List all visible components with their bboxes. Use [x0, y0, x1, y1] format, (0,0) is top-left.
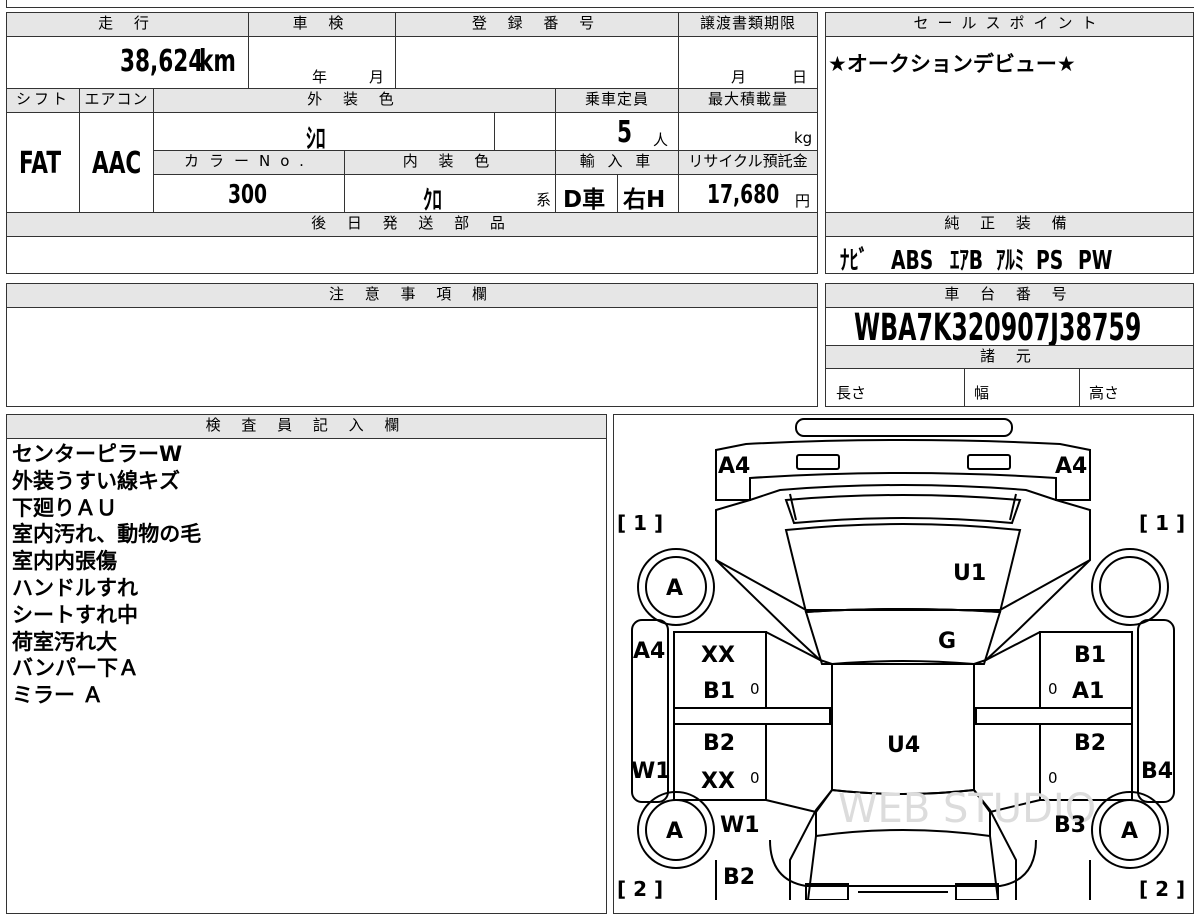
- header-specs: 諸 元: [826, 346, 1193, 368]
- bracket-label: [ 1 ]: [1139, 511, 1185, 535]
- damage-mark: U1: [953, 561, 986, 586]
- shift-value: FAT: [19, 146, 62, 181]
- damage-mark: B3: [1054, 813, 1086, 838]
- recycle-unit: 円: [795, 192, 811, 210]
- header-genuine-equipment: 純 正 装 備: [826, 213, 1193, 236]
- mileage-unit: km: [199, 44, 236, 79]
- spec-width-label: 幅: [974, 384, 990, 402]
- zero-mark: 0: [1048, 680, 1058, 698]
- note-line: センターピラーW: [12, 442, 183, 466]
- header-import: 輸 入 車: [556, 151, 678, 174]
- zero-mark: 0: [1048, 769, 1058, 787]
- damage-mark: B4: [1141, 759, 1173, 784]
- zero-mark: 0: [750, 680, 760, 698]
- deadline-month-unit: 月: [731, 68, 747, 86]
- wheel-mark: A: [666, 819, 683, 844]
- spec-height-label: 高さ: [1089, 384, 1120, 402]
- note-line: シートすれ中: [12, 602, 138, 627]
- header-transfer-deadline: 譲渡書類期限: [679, 13, 817, 36]
- header-recycle: リサイクル預託金: [679, 151, 817, 174]
- note-line: ハンドルすれ: [12, 575, 138, 600]
- header-max-load: 最大積載量: [679, 89, 817, 112]
- bracket-label: [ 2 ]: [1139, 877, 1185, 900]
- damage-mark: W1: [720, 813, 760, 838]
- damage-mark: B2: [723, 865, 755, 890]
- header-cautions: 注 意 事 項 欄: [7, 284, 817, 307]
- header-exterior-color: 外 装 色: [154, 89, 555, 112]
- equipment-airbag: ｴｱB: [950, 246, 984, 276]
- genuine-equipment-list: ﾅﾋﾞ ABS ｴｱB ｱﾙﾐ PS PW: [840, 240, 1190, 276]
- equipment-pw: PW: [1077, 246, 1113, 276]
- max-load-unit: kg: [794, 129, 813, 147]
- equipment-abs: ABS: [891, 246, 934, 276]
- zero-mark: 0: [750, 769, 760, 787]
- note-line: 室内内張傷: [12, 549, 117, 574]
- wheel-mark: A: [666, 576, 683, 601]
- capacity-value: 5: [617, 115, 633, 150]
- capacity-unit: 人: [653, 131, 669, 149]
- import-type-value: D車: [563, 187, 606, 213]
- damage-mark: A4: [1055, 454, 1087, 479]
- inspection-month-unit: 月: [369, 68, 385, 86]
- car-outline-diagram: 0 0 0 0 WEB STUDIO A4 A4 U1 G U4 A4 XX B…: [617, 418, 1185, 900]
- sales-point-value: ★オークションデビュー★: [828, 52, 1076, 76]
- chassis-number-value: WBA7K320907J38759: [854, 306, 1142, 349]
- damage-mark: A1: [1072, 679, 1104, 704]
- inspection-year-unit: 年: [312, 68, 328, 86]
- equipment-alloy: ｱﾙﾐ: [996, 246, 1025, 276]
- note-line: 荷室汚れ大: [12, 629, 117, 654]
- damage-mark: W1: [631, 759, 671, 784]
- header-capacity: 乗車定員: [556, 89, 678, 112]
- damage-mark: B1: [1074, 643, 1106, 668]
- damage-mark: A4: [633, 639, 665, 664]
- header-chassis-number: 車 台 番 号: [826, 284, 1193, 307]
- damage-mark: B2: [703, 731, 735, 756]
- header-interior-color: 内 装 色: [345, 151, 555, 174]
- deadline-day-unit: 日: [792, 68, 808, 86]
- header-color-no: カラーNo.: [154, 151, 344, 174]
- header-inspection: 車 検: [249, 13, 395, 36]
- mileage-value: 38,624: [120, 44, 204, 79]
- note-line: バンパー下Ａ: [12, 656, 140, 681]
- equipment-ps: PS: [1035, 246, 1063, 276]
- header-shift: シフト: [7, 89, 79, 112]
- header-sales-point: セールスポイント: [826, 13, 1193, 36]
- note-line: ミラー Ａ: [12, 683, 104, 708]
- equipment-nav: ﾅﾋﾞ: [840, 246, 869, 276]
- damage-mark: XX: [701, 643, 735, 668]
- damage-mark: XX: [701, 769, 735, 794]
- header-inspector-notes: 検 査 員 記 入 欄: [7, 415, 606, 438]
- aircon-value: AAC: [92, 146, 142, 181]
- spec-length-label: 長さ: [836, 384, 867, 402]
- header-registration: 登 録 番 号: [396, 13, 678, 36]
- note-line: 外装うすい線キズ: [12, 468, 180, 493]
- header-mileage: 走 行: [7, 13, 248, 36]
- inspector-notes-list: センターピラーW 外装うすい線キズ 下廻りＡＵ 室内汚れ、動物の毛 室内内張傷 …: [12, 441, 602, 709]
- damage-mark: B2: [1074, 731, 1106, 756]
- wheel-mark: A: [1121, 819, 1138, 844]
- steering-value: 右H: [623, 187, 666, 213]
- bracket-label: [ 2 ]: [617, 877, 663, 900]
- note-line: 下廻りＡＵ: [12, 495, 117, 520]
- damage-mark: B1: [703, 679, 735, 704]
- interior-suffix: 系: [536, 191, 552, 209]
- damage-mark: U4: [887, 733, 920, 758]
- note-line: 室内汚れ、動物の毛: [12, 522, 202, 547]
- damage-mark: A4: [718, 454, 750, 479]
- damage-diagram-panel: 0 0 0 0 WEB STUDIO A4 A4 U1 G U4 A4 XX B…: [613, 414, 1194, 914]
- bracket-label: [ 1 ]: [617, 511, 663, 535]
- header-aircon: エアコン: [80, 89, 153, 112]
- color-no-value: 300: [228, 180, 268, 210]
- recycle-fee-value: 17,680: [707, 180, 780, 210]
- top-cutoff-strip: [6, 0, 1194, 8]
- header-later-parts: 後 日 発 送 部 品: [7, 213, 817, 236]
- damage-mark: G: [938, 629, 956, 654]
